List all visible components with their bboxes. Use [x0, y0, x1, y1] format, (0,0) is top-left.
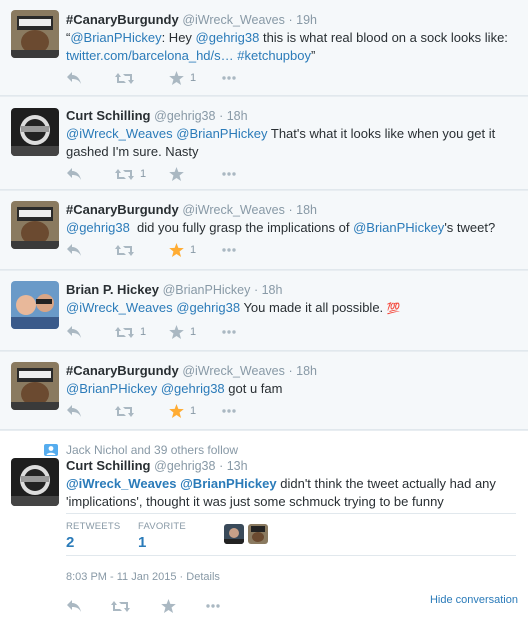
tweet-item[interactable]: #CanaryBurgundy @iWreck_Weaves · 18h @Br…	[0, 352, 528, 430]
author-handle[interactable]: @gehrig38	[154, 459, 215, 473]
person-icon	[44, 444, 58, 456]
mention-link[interactable]: @iWreck_Weaves	[66, 476, 177, 491]
retweet-icon[interactable]: 1	[115, 165, 146, 183]
author-handle[interactable]: @gehrig38	[154, 109, 215, 123]
more-icon[interactable]	[206, 597, 220, 615]
author-handle[interactable]: @iWreck_Weaves	[182, 203, 285, 217]
mention-link[interactable]: @iWreck_Weaves	[66, 300, 173, 315]
tweet-meta: 8:03 PM - 11 Jan 2015 · Details	[66, 571, 220, 583]
reply-icon[interactable]	[66, 241, 82, 259]
timestamp[interactable]: · 19h	[289, 13, 318, 27]
tweet-item[interactable]: #CanaryBurgundy @iWreck_Weaves · 19h “@B…	[0, 0, 528, 96]
avatar[interactable]	[11, 281, 59, 329]
url-link[interactable]: twitter.com/barcelona_hd/s…	[66, 48, 234, 63]
tweet-item[interactable]: Brian P. Hickey @BrianPHickey · 18h @iWr…	[0, 271, 528, 351]
hundred-emoji: 💯	[386, 303, 401, 315]
more-icon[interactable]	[222, 323, 236, 341]
author-handle[interactable]: @iWreck_Weaves	[182, 364, 285, 378]
author-name[interactable]: Curt Schilling	[66, 108, 151, 123]
hashtag-link[interactable]: #ketchupboy	[237, 48, 311, 63]
author-handle[interactable]: @BrianPHickey	[163, 283, 251, 297]
more-icon[interactable]	[222, 402, 236, 420]
retweet-icon[interactable]	[115, 241, 140, 259]
retweet-icon[interactable]	[115, 402, 140, 420]
mention-link[interactable]: @gehrig38	[176, 300, 240, 315]
author-name[interactable]: Curt Schilling	[66, 458, 151, 473]
retweet-icon[interactable]: 1	[115, 323, 146, 341]
mention-link[interactable]: @gehrig38	[161, 381, 225, 396]
mention-link[interactable]: @BrianPHickey	[180, 476, 277, 491]
mention-link[interactable]: @gehrig38	[196, 30, 260, 45]
mention-link[interactable]: @BrianPHickey	[66, 381, 157, 396]
avatar[interactable]	[224, 524, 244, 544]
avatar[interactable]	[11, 10, 59, 58]
avatar[interactable]	[11, 362, 59, 410]
mention-link[interactable]: @BrianPHickey	[70, 30, 161, 45]
star-icon[interactable]	[161, 597, 176, 615]
star-icon[interactable]: 1	[169, 69, 196, 87]
timestamp[interactable]: · 18h	[289, 364, 318, 378]
social-context: Jack Nichol and 39 others follow	[44, 443, 238, 457]
reply-icon[interactable]	[66, 323, 82, 341]
tweet-text: @gehrig38 did you fully grasp the implic…	[66, 220, 496, 235]
tweet-text: @iWreck_Weaves @gehrig38 You made it all…	[66, 300, 401, 315]
tweet-stats: RETWEETS 2 FAVORITE 1	[66, 513, 516, 556]
avatar[interactable]	[11, 458, 59, 506]
tweet-text: @iWreck_Weaves @BrianPHickey That's what…	[66, 126, 496, 141]
star-icon[interactable]: 1	[169, 241, 196, 259]
timestamp[interactable]: · 18h	[289, 203, 318, 217]
author-handle[interactable]: @iWreck_Weaves	[182, 13, 285, 27]
timestamp[interactable]: · 13h	[219, 459, 248, 473]
avatar[interactable]	[248, 524, 268, 544]
reply-icon[interactable]	[66, 597, 82, 615]
star-icon[interactable]: 1	[169, 402, 196, 420]
avatar[interactable]	[11, 201, 59, 249]
tweet-item[interactable]: Curt Schilling @gehrig38 · 18h @iWreck_W…	[0, 97, 528, 190]
author-name[interactable]: #CanaryBurgundy	[66, 363, 179, 378]
mention-link[interactable]: @BrianPHickey	[176, 126, 267, 141]
reply-icon[interactable]	[66, 69, 82, 87]
avatar[interactable]	[11, 108, 59, 156]
retweet-icon[interactable]	[111, 597, 130, 615]
timestamp[interactable]: · 18h	[254, 283, 283, 297]
mention-link[interactable]: @iWreck_Weaves	[66, 126, 173, 141]
more-icon[interactable]	[222, 241, 236, 259]
more-icon[interactable]	[222, 69, 236, 87]
full-timestamp[interactable]: 8:03 PM - 11 Jan 2015	[66, 571, 176, 583]
reply-icon[interactable]	[66, 402, 82, 420]
social-context-text[interactable]: Jack Nichol and 39 others follow	[66, 443, 238, 457]
retweets-stat[interactable]: RETWEETS 2	[66, 521, 120, 551]
mention-link[interactable]: @BrianPHickey	[353, 220, 444, 235]
retweet-icon[interactable]	[115, 69, 140, 87]
more-icon[interactable]	[222, 165, 236, 183]
hide-conversation-link[interactable]: Hide conversation	[430, 594, 518, 606]
details-link[interactable]: Details	[186, 571, 220, 583]
favorites-stat[interactable]: FAVORITE 1	[138, 521, 186, 551]
tweet-item[interactable]: #CanaryBurgundy @iWreck_Weaves · 18h @ge…	[0, 191, 528, 270]
tweet-text: @iWreck_Weaves @BrianPHickey didn't thin…	[66, 476, 496, 491]
author-name[interactable]: #CanaryBurgundy	[66, 12, 179, 27]
tweet-text: “@BrianPHickey: Hey @gehrig38 this is wh…	[66, 30, 508, 45]
mention-link[interactable]: @gehrig38	[66, 220, 130, 235]
star-icon[interactable]: 1	[169, 323, 196, 341]
author-name[interactable]: Brian P. Hickey	[66, 282, 159, 297]
star-icon[interactable]	[169, 165, 190, 183]
timestamp[interactable]: · 18h	[219, 109, 248, 123]
tweet-text: @BrianPHickey @gehrig38 got u fam	[66, 381, 283, 396]
reply-icon[interactable]	[66, 165, 82, 183]
author-name[interactable]: #CanaryBurgundy	[66, 202, 179, 217]
